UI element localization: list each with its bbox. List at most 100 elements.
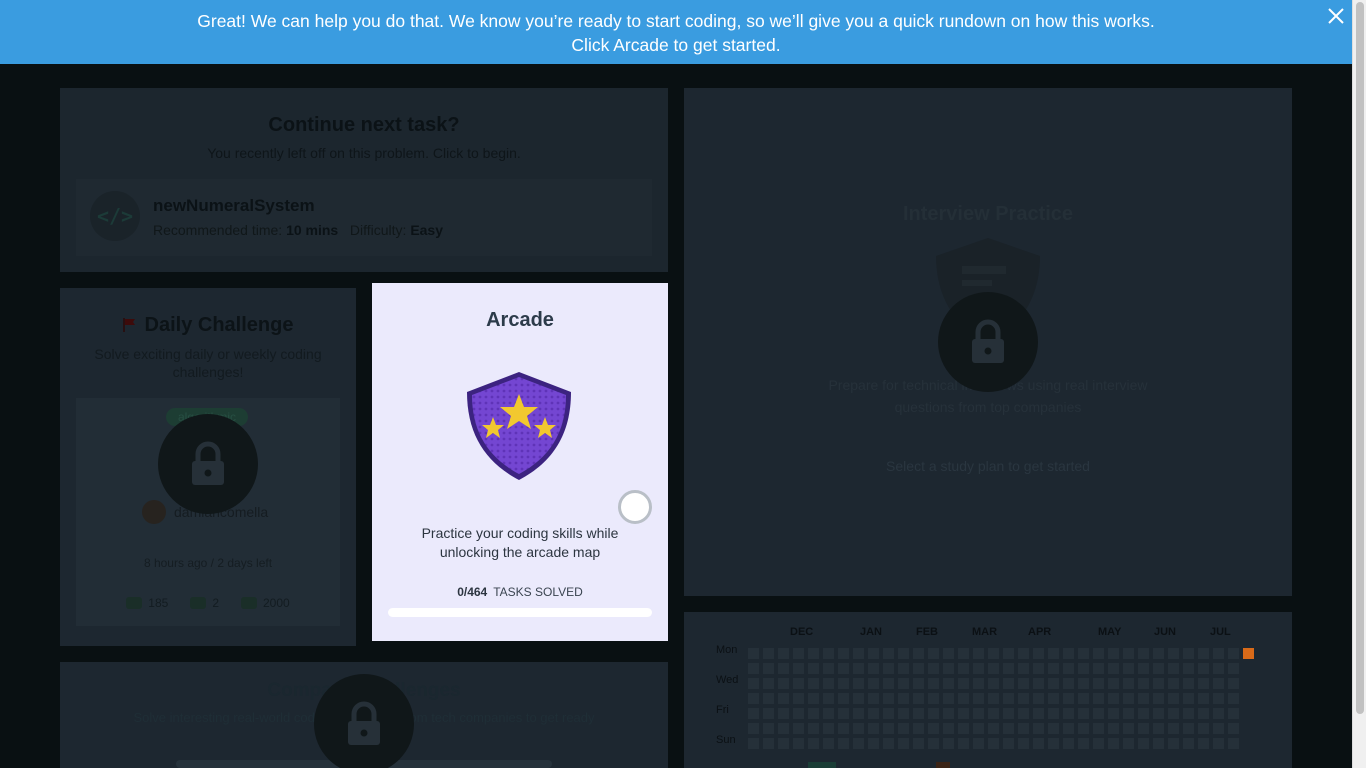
heatmap-cell	[1183, 648, 1194, 659]
heatmap-cell	[913, 663, 924, 674]
arcade-card[interactable]: Arcade Practice your coding skills while…	[372, 283, 668, 641]
heatmap-cell	[823, 738, 834, 749]
heatmap-cell	[1138, 693, 1149, 704]
heatmap-cell	[778, 738, 789, 749]
heatmap-cell	[1063, 708, 1074, 719]
heatmap-cell	[928, 693, 939, 704]
heatmap-cell	[1063, 693, 1074, 704]
day-label: Wed	[716, 674, 739, 686]
heatmap-cell	[1033, 738, 1044, 749]
heatmap-cell	[898, 693, 909, 704]
code-icon: </>	[90, 191, 140, 241]
heatmap-cell	[988, 738, 999, 749]
heatmap-cell	[913, 693, 924, 704]
heatmap-cell	[763, 663, 774, 674]
page-scrollbar[interactable]	[1352, 0, 1366, 768]
heatmap-cell	[823, 723, 834, 734]
heatmap-cell	[958, 738, 969, 749]
heatmap-cell	[958, 708, 969, 719]
heatmap-cell	[1003, 738, 1014, 749]
month-label: JUN	[1154, 626, 1177, 638]
heatmap-cell	[928, 663, 939, 674]
heatmap-cell	[958, 723, 969, 734]
heatmap-cell	[1123, 738, 1134, 749]
heatmap-cell	[1108, 693, 1119, 704]
heatmap-cell	[823, 663, 834, 674]
heatmap-cell	[973, 648, 984, 659]
continue-task-subtitle: You recently left off on this problem. C…	[207, 145, 521, 161]
arcade-description: Practice your coding skills while unlock…	[421, 525, 619, 560]
heatmap-cell	[1228, 663, 1239, 674]
gem-icon	[241, 597, 257, 609]
heatmap-cell	[1078, 723, 1089, 734]
heatmap-cell	[1138, 723, 1149, 734]
heatmap-cell	[973, 663, 984, 674]
task-item[interactable]: </> newNumeralSystem Recommended time: 1…	[76, 179, 652, 256]
heatmap-cell	[1198, 678, 1209, 689]
heatmap-cell	[1183, 693, 1194, 704]
heatmap-cell	[973, 678, 984, 689]
month-label: MAY	[1098, 626, 1122, 638]
heatmap-cell	[883, 693, 894, 704]
scrollbar-thumb[interactable]	[1356, 2, 1364, 714]
heatmap-cell	[943, 738, 954, 749]
heatmap-cell	[913, 723, 924, 734]
heatmap-cell	[883, 663, 894, 674]
heatmap-cell	[1108, 738, 1119, 749]
lock-overlay	[938, 292, 1038, 392]
heatmap-cell	[1183, 708, 1194, 719]
heatmap-cell	[868, 678, 879, 689]
heatmap-cell	[808, 723, 819, 734]
heatmap-cell	[1228, 723, 1239, 734]
flag-icon	[122, 318, 135, 332]
continue-task-card[interactable]: Continue next task? You recently left of…	[60, 88, 668, 272]
heatmap-cell	[1063, 723, 1074, 734]
heatmap-cell	[1153, 723, 1164, 734]
heatmap-cell	[1228, 693, 1239, 704]
interview-practice-title: Interview Practice	[902, 203, 1074, 225]
tour-pulse-marker[interactable]	[618, 490, 652, 524]
heatmap-cell	[778, 723, 789, 734]
heatmap-cell	[748, 648, 759, 659]
heatmap-cell	[988, 693, 999, 704]
heatmap-cell	[1138, 708, 1149, 719]
heatmap-cell	[1018, 708, 1029, 719]
heatmap-cell	[1138, 648, 1149, 659]
close-icon[interactable]	[1324, 4, 1348, 28]
heatmap-cell	[898, 723, 909, 734]
heatmap-cell	[1108, 648, 1119, 659]
heatmap-cell	[823, 708, 834, 719]
tasks-solved: 0/464 TASKS SOLVED	[372, 585, 668, 599]
heatmap-cell	[748, 738, 759, 749]
company-challenges-card: Company Challenges Solve interesting rea…	[60, 662, 668, 768]
heatmap-cell	[988, 708, 999, 719]
heatmap-cell	[838, 678, 849, 689]
heatmap-cell	[1153, 648, 1164, 659]
heatmap-cell	[1048, 723, 1059, 734]
heatmap-cell	[1198, 738, 1209, 749]
heatmap-cell	[868, 663, 879, 674]
heatmap-cell	[1063, 663, 1074, 674]
heatmap-cell	[1168, 693, 1179, 704]
heatmap-cell	[1138, 738, 1149, 749]
heatmap-cell	[1033, 693, 1044, 704]
heatmap-cell	[958, 663, 969, 674]
heatmap-cell	[1168, 648, 1179, 659]
heatmap-cell	[1183, 738, 1194, 749]
points-stat: 2000	[241, 596, 290, 610]
interview-practice-card: Interview Practice Prepare for technical…	[684, 88, 1292, 596]
heatmap-cell	[1108, 723, 1119, 734]
heatmap-cell	[1123, 663, 1134, 674]
heatmap-cell	[1168, 678, 1179, 689]
heatmap-cell	[778, 708, 789, 719]
heatmap-cell	[853, 678, 864, 689]
heatmap-cell	[1153, 708, 1164, 719]
arcade-title: Arcade	[486, 309, 554, 331]
lock-icon	[348, 701, 380, 745]
heatmap-cell	[763, 738, 774, 749]
heatmap-cell	[913, 678, 924, 689]
heatmap-cell	[913, 708, 924, 719]
heatmap-cell	[1018, 648, 1029, 659]
heatmap-cell	[1078, 648, 1089, 659]
users-icon	[126, 597, 143, 609]
